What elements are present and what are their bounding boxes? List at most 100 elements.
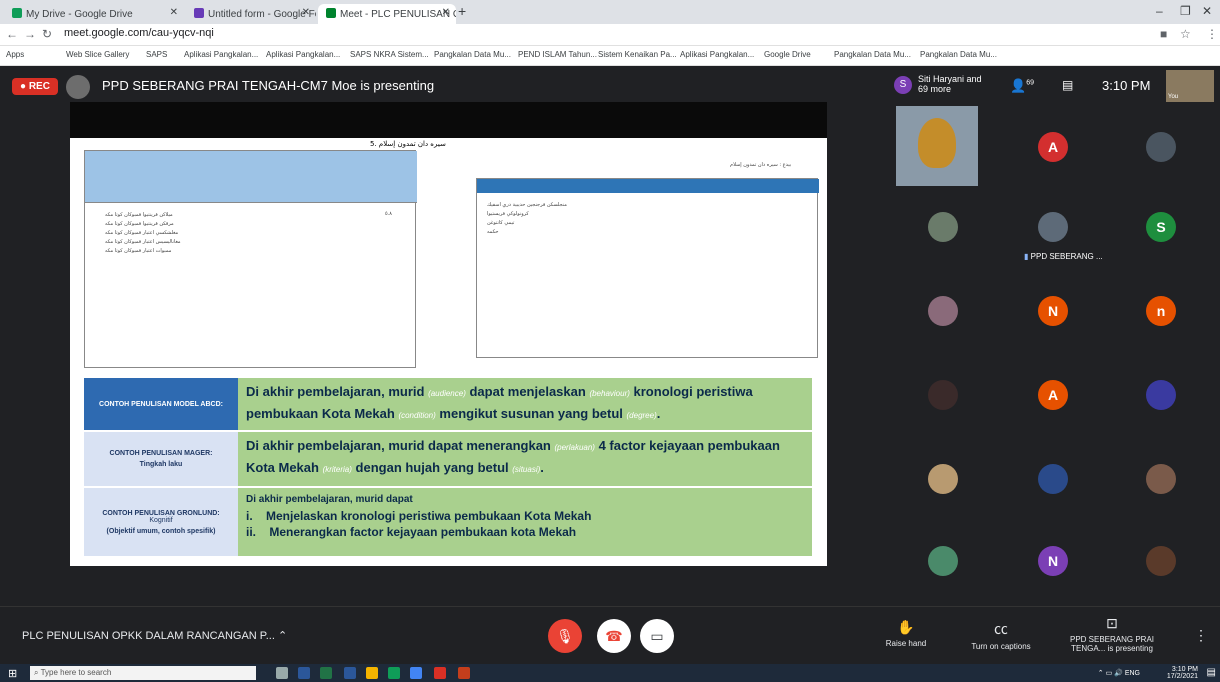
- app-icon[interactable]: [298, 667, 310, 679]
- forward-arrow-icon[interactable]: →: [24, 27, 36, 41]
- bookmark-item[interactable]: Aplikasi Pangkalan...: [184, 50, 258, 59]
- raise-hand-button[interactable]: ✋ Raise hand: [878, 619, 934, 648]
- participant-photo[interactable]: [1146, 464, 1176, 494]
- windows-start-icon[interactable]: ⊞: [8, 667, 17, 680]
- tray-icons[interactable]: ⌃ ▭ 🔊 ENG: [1098, 670, 1140, 677]
- people-icon[interactable]: 👤69: [1010, 78, 1034, 94]
- meet-icon: [326, 8, 336, 18]
- chat-icon[interactable]: ▤: [1062, 78, 1073, 92]
- taskbar-search[interactable]: ⌕ Type here to search: [30, 666, 256, 680]
- slide-top-border: [70, 102, 827, 138]
- windows-taskbar: ⊞ ⌕ Type here to search ⌃ ▭ 🔊 ENG 3:10 P…: [0, 664, 1220, 682]
- back-arrow-icon[interactable]: ←: [6, 27, 18, 41]
- bookmark-item[interactable]: SAPS: [146, 50, 167, 59]
- menu-icon[interactable]: ⋮: [1206, 27, 1218, 41]
- new-tab-button[interactable]: +: [458, 3, 466, 19]
- bookmark-item[interactable]: Google Drive: [764, 50, 811, 59]
- present-icon: ⊡: [1106, 615, 1118, 631]
- participant-avatar[interactable]: n: [1146, 296, 1176, 326]
- abcd-label: CONTOH PENULISAN MODEL ABCD:: [84, 378, 238, 430]
- meeting-title[interactable]: PLC PENULISAN OPKK DALAM RANCANGAN P... …: [22, 629, 287, 642]
- captions-button[interactable]: ㏄ Turn on captions: [966, 619, 1036, 651]
- leave-call-button[interactable]: ☎: [597, 619, 631, 653]
- participant-avatar[interactable]: A: [1038, 132, 1068, 162]
- bookmark-item[interactable]: Aplikasi Pangkalan...: [680, 50, 754, 59]
- clock-time[interactable]: 3:10 PM: [1167, 666, 1198, 673]
- participant-photo[interactable]: [928, 464, 958, 494]
- bookmark-item[interactable]: Sistem Kenaikan Pa...: [598, 50, 677, 59]
- self-video-tile[interactable]: You: [1166, 70, 1214, 102]
- tab-meet[interactable]: Meet - PLC PENULISAN OPK✕: [318, 4, 456, 24]
- more-options-icon[interactable]: ⋮: [1194, 627, 1208, 644]
- bookmark-item[interactable]: Pangkalan Data Mu...: [920, 50, 997, 59]
- mager-label: CONTOH PENULISAN MAGER: Tingkah laku: [84, 432, 238, 486]
- bookmarks-bar: Apps Web Slice Gallery SAPS Aplikasi Pan…: [0, 46, 1220, 66]
- abcd-text: Di akhir pembelajaran, murid (audience) …: [238, 378, 812, 430]
- tab-my-drive[interactable]: My Drive - Google Drive ✕: [4, 4, 184, 24]
- participant-photo[interactable]: [1038, 464, 1068, 494]
- participant-grid: A ▮ PPD SEBERANG ... S N n A N: [888, 106, 1220, 606]
- file-explorer-icon[interactable]: [366, 667, 378, 679]
- system-tray: ⌃ ▭ 🔊 ENG 3:10 PM 17/2/2021: [1098, 666, 1198, 680]
- participant-photo[interactable]: [928, 380, 958, 410]
- presentation-slide: 5. سيره دان تمدون إسلام ٥.٨ ميلاكن فرينت…: [70, 138, 827, 566]
- mic-off-button[interactable]: 🎙: [548, 619, 582, 653]
- task-view-icon[interactable]: [276, 667, 288, 679]
- audio-level-icon: ▮: [1024, 252, 1029, 261]
- reload-icon[interactable]: ↻: [42, 27, 52, 41]
- chrome-icon[interactable]: [410, 667, 422, 679]
- camera-icon: ▭: [650, 627, 664, 644]
- bookmark-apps[interactable]: Apps: [6, 50, 24, 59]
- close-window-button[interactable]: ✕: [1202, 4, 1212, 18]
- pinned-presenter-name: ▮ PPD SEBERANG ...: [1024, 252, 1103, 261]
- bookmark-item[interactable]: PEND ISLAM Tahun...: [518, 50, 597, 59]
- close-tab-icon[interactable]: ✕: [170, 7, 178, 18]
- bookmark-item[interactable]: Aplikasi Pangkalan...: [266, 50, 340, 59]
- participant-photo[interactable]: [928, 296, 958, 326]
- participant-photo[interactable]: [928, 212, 958, 242]
- participant-avatar[interactable]: A: [1038, 380, 1068, 410]
- gronlund-label: CONTOH PENULISAN GRONLUND: Kognitif (Obj…: [84, 488, 238, 556]
- participant-video-tile[interactable]: [896, 106, 978, 186]
- participant-photo[interactable]: [1146, 546, 1176, 576]
- bookmark-item[interactable]: Pangkalan Data Mu...: [834, 50, 911, 59]
- bookmark-item[interactable]: Web Slice Gallery: [66, 50, 129, 59]
- presenting-button[interactable]: ⊡ PPD SEBERANG PRAI TENGA... is presentin…: [1052, 615, 1172, 653]
- chevron-up-icon: ⌃: [277, 630, 288, 642]
- slide-right-heading: بيدغ : سيره دان تمدون إسلام: [730, 162, 792, 168]
- minimize-button[interactable]: –: [1156, 4, 1163, 18]
- tab-google-forms[interactable]: Untitled form - Google Forms✕: [186, 4, 316, 24]
- camera-button[interactable]: ▭: [640, 619, 674, 653]
- close-tab-icon[interactable]: ✕: [442, 7, 450, 18]
- maximize-button[interactable]: ❐: [1180, 4, 1191, 18]
- bookmark-star-icon[interactable]: ☆: [1180, 27, 1191, 41]
- chrome-icon[interactable]: [388, 667, 400, 679]
- abcd-example-row: CONTOH PENULISAN MODEL ABCD: Di akhir pe…: [84, 378, 812, 430]
- meet-controls: PLC PENULISAN OPKK DALAM RANCANGAN P... …: [0, 606, 1220, 664]
- gronlund-example-row: CONTOH PENULISAN GRONLUND: Kognitif (Obj…: [84, 488, 812, 556]
- participants-summary: Siti Haryani and 69 more: [918, 74, 982, 94]
- gronlund-item: ii. Menerangkan factor kejayaan pembukaa…: [246, 525, 577, 539]
- url-field[interactable]: meet.google.com/cau-yqcv-nqi: [64, 27, 214, 39]
- clock-date[interactable]: 17/2/2021: [1167, 673, 1198, 680]
- bookmark-item[interactable]: Pangkalan Data Mu...: [434, 50, 511, 59]
- participant-avatar[interactable]: S: [1146, 212, 1176, 242]
- participant-avatar: S: [894, 76, 912, 94]
- participant-avatar[interactable]: N: [1038, 546, 1068, 576]
- notifications-icon[interactable]: ▤: [1207, 667, 1216, 678]
- participant-photo[interactable]: [1146, 132, 1176, 162]
- close-tab-icon[interactable]: ✕: [302, 7, 310, 18]
- word-icon[interactable]: [344, 667, 356, 679]
- participant-avatar[interactable]: N: [1038, 296, 1068, 326]
- excel-icon[interactable]: [320, 667, 332, 679]
- bookmark-item[interactable]: SAPS NKRA Sistem...: [350, 50, 429, 59]
- pinned-presenter-tile[interactable]: [1038, 212, 1068, 242]
- camera-indicator-icon[interactable]: ■: [1160, 27, 1167, 41]
- hand-icon: ✋: [897, 619, 915, 635]
- recording-badge: ● REC: [12, 78, 58, 95]
- slide-heading: 5. سيره دان تمدون إسلام: [370, 140, 446, 148]
- participant-photo[interactable]: [1146, 380, 1176, 410]
- participant-photo[interactable]: [928, 546, 958, 576]
- pdf-icon[interactable]: [434, 667, 446, 679]
- powerpoint-icon[interactable]: [458, 667, 470, 679]
